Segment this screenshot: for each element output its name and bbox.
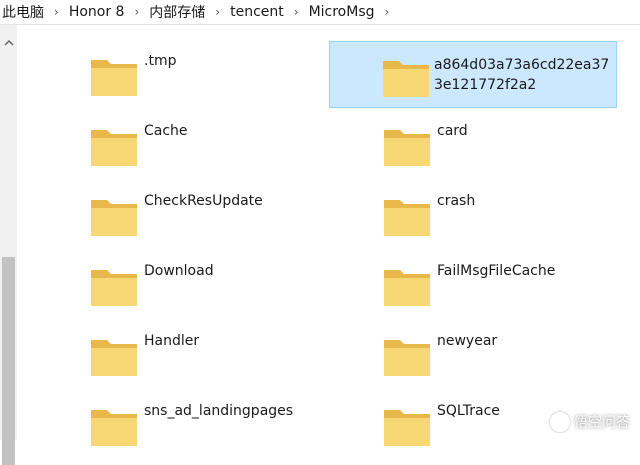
breadcrumb-item-this-pc[interactable]: 此电脑 (0, 2, 46, 22)
chevron-right-icon[interactable]: › (377, 5, 398, 19)
folder-item[interactable]: card (330, 110, 618, 174)
folder-name: Handler (144, 333, 200, 349)
folder-icon (91, 340, 137, 376)
chevron-right-icon[interactable]: › (126, 5, 147, 19)
breadcrumb-item-micromsg[interactable]: MicroMsg (307, 4, 377, 20)
breadcrumb: 此电脑 › Honor 8 › 内部存储 › tencent › MicroMs… (0, 0, 640, 25)
folder-item[interactable]: a864d03a73a6cd22ea373e121772f2a2 (329, 41, 617, 108)
chevron-right-icon[interactable]: › (46, 5, 67, 19)
folder-icon (383, 61, 429, 97)
folder-icon (384, 340, 430, 376)
folder-name: Download (144, 263, 214, 279)
folder-item[interactable]: .tmp (37, 40, 325, 104)
breadcrumb-item-device[interactable]: Honor 8 (67, 4, 127, 20)
folder-icon (91, 60, 137, 96)
folder-item[interactable]: Handler (37, 320, 325, 384)
folder-icon (384, 410, 430, 446)
folder-name: a864d03a73a6cd22ea373e121772f2a2 (434, 57, 610, 93)
chevron-right-icon[interactable]: › (207, 5, 228, 19)
folder-icon (91, 270, 137, 306)
watermark: 悟空问答 (550, 412, 630, 432)
folder-item[interactable]: newyear (330, 320, 618, 384)
folder-item[interactable]: FailMsgFileCache (330, 250, 618, 314)
breadcrumb-item-internal-storage[interactable]: 内部存储 (147, 2, 207, 22)
folder-name: FailMsgFileCache (437, 263, 556, 279)
folder-name: card (437, 123, 468, 139)
folder-name: CheckResUpdate (144, 193, 263, 209)
file-list: .tmp a864d03a73a6cd22ea373e121772f2a2 Ca… (17, 25, 640, 446)
folder-name: .tmp (144, 53, 177, 69)
folder-icon (384, 270, 430, 306)
folder-item[interactable]: crash (330, 180, 618, 244)
folder-name: Cache (144, 123, 188, 139)
watermark-text: 悟空问答 (574, 415, 630, 431)
folder-icon (91, 200, 137, 236)
folder-name: newyear (437, 333, 498, 349)
folder-item[interactable]: Download (37, 250, 325, 314)
folder-icon (384, 130, 430, 166)
folder-name: crash (437, 193, 476, 209)
folder-item[interactable]: CheckResUpdate (37, 180, 325, 244)
chevron-right-icon[interactable]: › (286, 5, 307, 19)
folder-icon (91, 410, 137, 446)
folder-name: sns_ad_landingpages (144, 403, 294, 419)
scrollbar-thumb[interactable] (2, 257, 15, 465)
folder-icon (91, 130, 137, 166)
folder-item[interactable]: sns_ad_landingpages (37, 390, 325, 446)
breadcrumb-item-tencent[interactable]: tencent (228, 4, 286, 20)
vertical-scrollbar[interactable] (0, 25, 17, 465)
watermark-logo-icon (550, 412, 570, 432)
folder-item[interactable]: Cache (37, 110, 325, 174)
folder-icon (384, 200, 430, 236)
scroll-up-arrow-icon[interactable] (0, 35, 17, 51)
